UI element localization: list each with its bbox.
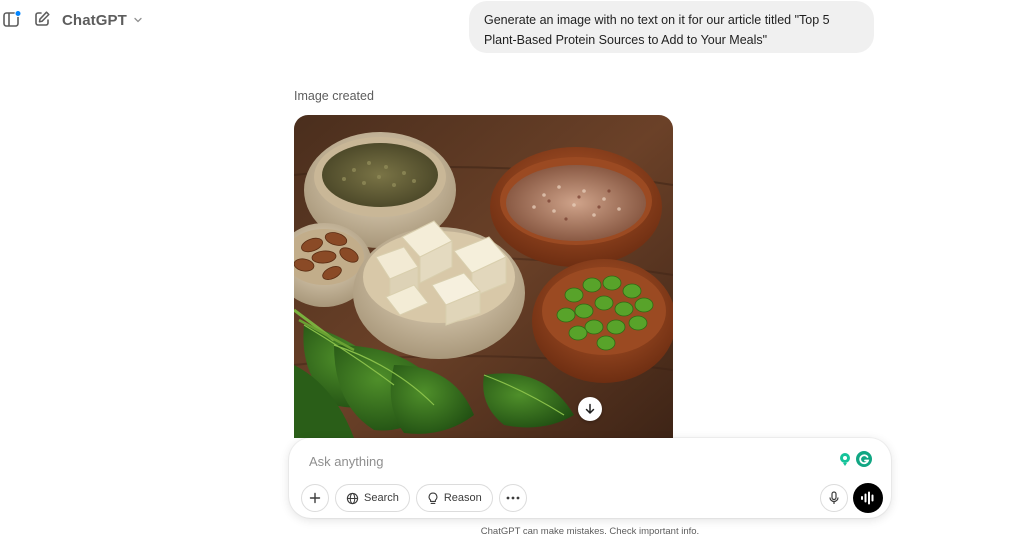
- ellipsis-icon: [506, 496, 520, 500]
- grammarly-assistant-icon[interactable]: [837, 451, 853, 467]
- lightbulb-icon: [428, 492, 438, 504]
- microphone-icon: [829, 491, 839, 504]
- model-name: ChatGPT: [62, 11, 127, 29]
- user-message-bubble: Generate an image with no text on it for…: [469, 1, 874, 53]
- generated-image-illustration: [294, 115, 673, 438]
- more-tools-button[interactable]: [498, 484, 527, 512]
- prompt-input[interactable]: [309, 451, 809, 471]
- download-image-button[interactable]: [578, 397, 602, 421]
- sidebar-icon: [3, 10, 22, 27]
- disclaimer-text: ChatGPT can make mistakes. Check importa…: [480, 526, 700, 537]
- generated-image[interactable]: [294, 115, 673, 438]
- composer-tools: Search Reason: [301, 483, 527, 513]
- search-label: Search: [364, 492, 399, 504]
- reason-label: Reason: [443, 492, 482, 504]
- image-created-label: Image created: [294, 89, 374, 103]
- chevron-down-icon: [134, 17, 142, 23]
- search-button[interactable]: Search: [335, 484, 410, 512]
- add-attachment-button[interactable]: [301, 484, 329, 512]
- new-chat-icon: [35, 11, 50, 26]
- dictate-button[interactable]: [820, 484, 848, 512]
- user-message-text: Generate an image with no text on it for…: [484, 13, 830, 47]
- globe-icon: [346, 492, 359, 504]
- arrow-down-icon: [585, 403, 595, 414]
- grammarly-icon[interactable]: [856, 451, 872, 467]
- model-selector[interactable]: ChatGPT: [62, 8, 143, 32]
- voice-mode-icon: [861, 491, 874, 505]
- reason-button[interactable]: Reason: [415, 484, 493, 512]
- new-chat-button[interactable]: [32, 9, 52, 29]
- plus-icon: [309, 492, 321, 504]
- extension-icons: [837, 451, 872, 467]
- voice-mode-button[interactable]: [853, 483, 883, 513]
- sidebar-toggle-button[interactable]: [2, 9, 22, 29]
- composer: Search Reason: [289, 438, 891, 518]
